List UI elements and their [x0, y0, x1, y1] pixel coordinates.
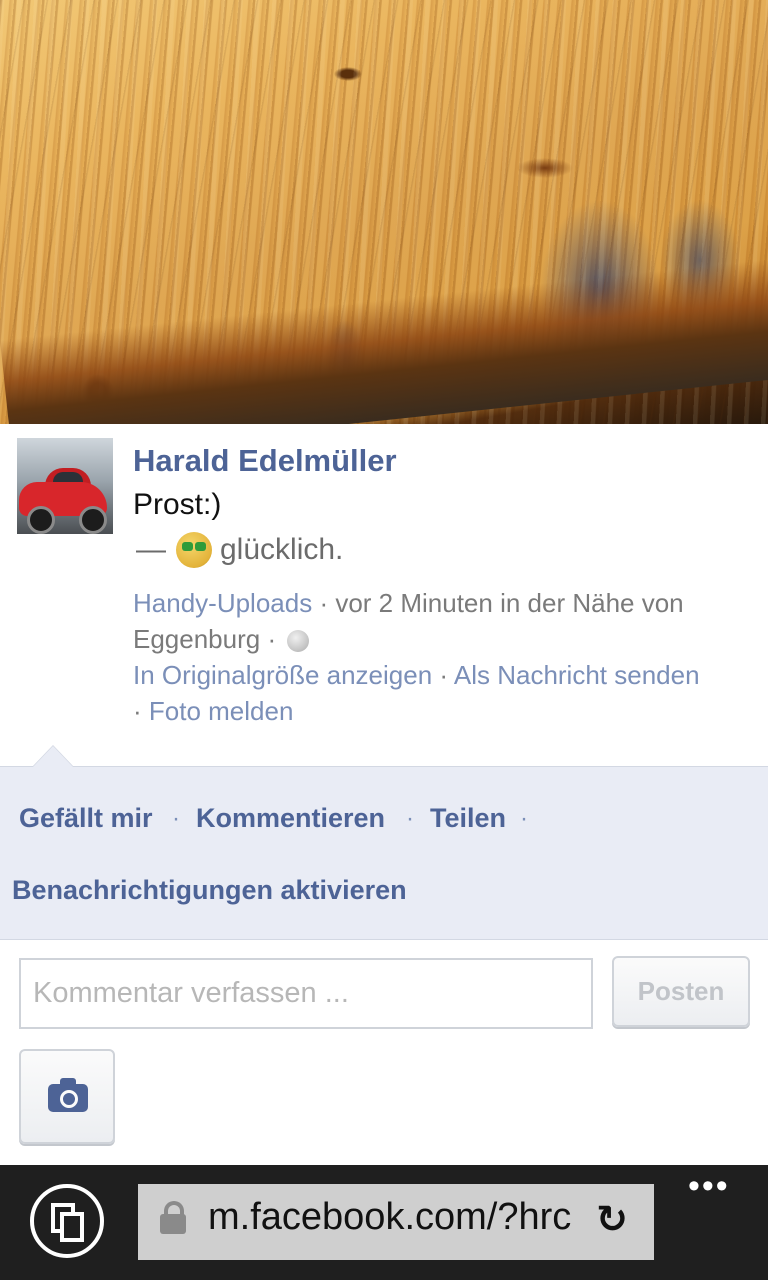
action-separator: ·	[520, 805, 528, 832]
feeling-text: glücklich.	[220, 533, 344, 566]
feeling-line: — glücklich.	[136, 530, 343, 570]
avatar-car-wheel	[79, 506, 107, 534]
author-name[interactable]: Harald Edelmüller	[133, 443, 397, 479]
refresh-icon[interactable]: ↻	[596, 1201, 632, 1239]
post-button[interactable]: Posten	[612, 956, 750, 1027]
author-avatar[interactable]	[17, 438, 113, 534]
pointer-nub	[32, 745, 74, 767]
send-message-link[interactable]: Als Nachricht senden	[454, 660, 700, 690]
camera-icon	[48, 1078, 88, 1112]
camera-button[interactable]	[19, 1049, 115, 1144]
report-photo-link[interactable]: Foto melden	[149, 696, 294, 726]
browser-bar: m.facebook.com/?hrc ↻ •••	[0, 1165, 768, 1280]
comment-button[interactable]: Kommentieren	[196, 803, 385, 834]
tabs-button[interactable]	[30, 1184, 104, 1258]
action-separator: ·	[406, 805, 414, 832]
url-text[interactable]: m.facebook.com/?hrc	[208, 1196, 586, 1246]
globe-icon	[287, 630, 310, 653]
post-caption: Prost:)	[133, 488, 222, 521]
address-bar[interactable]: m.facebook.com/?hrc ↻	[138, 1184, 654, 1260]
post-meta: Handy-Uploads · vor 2 Minuten in der Näh…	[133, 585, 758, 729]
action-bar: Gefällt mir · Kommentieren · Teilen · Be…	[0, 745, 768, 940]
like-button[interactable]: Gefällt mir	[19, 803, 153, 834]
post-photo[interactable]	[0, 0, 768, 424]
meta-separator: ·	[432, 660, 454, 690]
share-button[interactable]: Teilen	[430, 803, 506, 834]
view-original-link[interactable]: In Originalgröße anzeigen	[133, 660, 432, 690]
lock-icon	[160, 1201, 186, 1234]
action-separator: ·	[172, 805, 180, 832]
album-link[interactable]: Handy-Uploads	[133, 588, 312, 618]
avatar-car-wheel	[27, 506, 55, 534]
more-menu-button[interactable]: •••	[688, 1167, 730, 1206]
comment-input[interactable]	[19, 958, 593, 1029]
tabs-icon-front	[60, 1212, 84, 1242]
feeling-dash: —	[136, 533, 166, 566]
notifications-button[interactable]: Benachrichtigungen aktivieren	[12, 875, 407, 906]
happy-face-icon	[176, 532, 212, 568]
meta-separator: ·	[133, 696, 149, 726]
